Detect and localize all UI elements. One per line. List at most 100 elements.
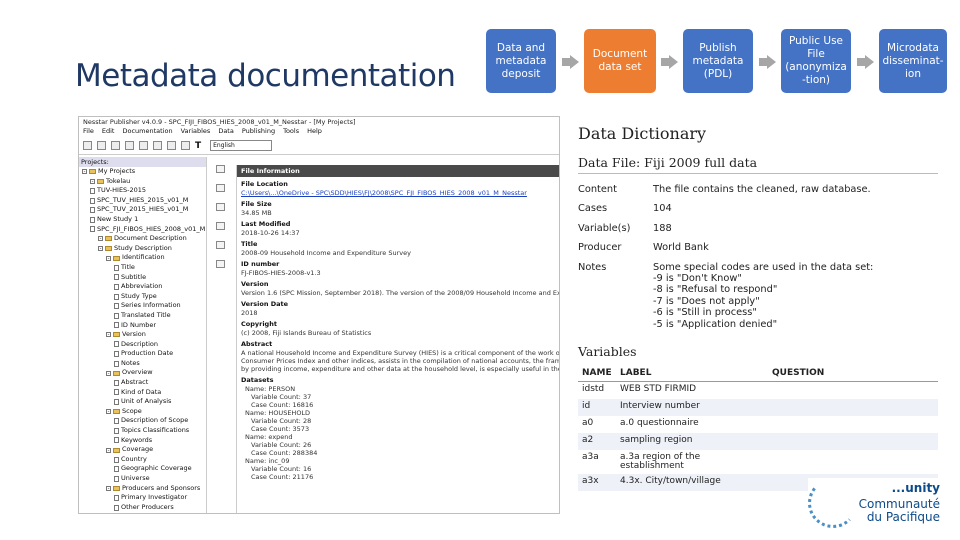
tree-node[interactable]: Notes [79,359,206,369]
tree-node[interactable]: - Document Description [79,234,206,244]
tree-node[interactable]: Primary Investigator [79,493,206,503]
expand-toggle-icon[interactable]: - [98,236,103,242]
expand-toggle-icon[interactable]: - [106,255,111,261]
tree-node[interactable]: - Tokelau [79,177,206,187]
tree-node[interactable]: Subtitle [79,273,206,283]
menu-documentation[interactable]: Documentation [122,127,172,137]
menu-help[interactable]: Help [307,127,322,137]
expand-toggle-icon[interactable]: - [106,332,111,338]
file-location-link[interactable]: C:\Users\...\OneDrive - SPC\SDD\HIES\FJ\… [237,189,559,197]
cut-icon[interactable] [125,141,134,150]
meta-key: Content [578,184,617,195]
tree-node[interactable]: ID Number [79,321,206,331]
tree-node[interactable]: Topics Classifications [79,426,206,436]
tree-node[interactable]: Translated Title [79,311,206,321]
tree-node[interactable]: - Coverage [79,445,206,455]
spc-logo: ...unity Communauté du Pacifique [808,478,948,528]
tree-node-label: Title [121,262,135,271]
open-icon[interactable] [97,141,106,150]
tree-node[interactable]: Abstract [79,378,206,388]
meta-value: World Bank [653,242,709,254]
id-label: ID number [241,260,280,268]
delete-icon[interactable] [215,222,225,230]
document-icon [114,351,119,358]
logo-mark [808,478,858,528]
tree-node[interactable]: - Study Description [79,244,206,254]
new-icon[interactable] [83,141,92,150]
menu-publishing[interactable]: Publishing [242,127,275,137]
lock-icon[interactable] [167,141,176,150]
tree-body: - My Projects - Tokelau TUV-HIES-2015 SPC_TUV… [79,167,206,513]
tree-node[interactable]: - Scope [79,407,206,417]
tree-node[interactable]: Production Date [79,349,206,359]
document-icon [114,389,119,396]
table-row[interactable]: a3a a.3a region of the establishment [578,450,938,474]
meta-key: Cases [578,203,608,215]
tree-node[interactable]: SPC_TUV_2015_HIES_v01_M [79,205,206,215]
variable-label: WEB STD FIRMID [620,384,697,395]
tree-node[interactable]: Funding [79,512,206,513]
variable-label: a.3a region of the establishment [620,451,701,471]
tree-node[interactable]: Unit of Analysis [79,397,206,407]
tree-node[interactable]: Country [79,455,206,465]
expand-toggle-icon[interactable]: - [106,485,111,491]
expand-toggle-icon[interactable]: - [82,169,87,175]
copy-icon[interactable] [139,141,148,150]
tree-node[interactable]: Abbreviation [79,282,206,292]
paste-icon[interactable] [153,141,162,150]
tree-node[interactable]: New Study 1 [79,215,206,225]
expand-toggle-icon[interactable]: - [106,447,111,453]
save-icon[interactable] [215,184,225,192]
tree-node[interactable]: - Overview [79,368,206,378]
tree-node[interactable]: - Version [79,330,206,340]
tree-node[interactable]: - Identification [79,253,206,263]
dataset-variable-count: Variable Count: 37 [251,393,312,401]
tree-node[interactable]: SPC_FJI_FIBOS_HIES_2008_v01_M [79,225,206,235]
menu-edit[interactable]: Edit [102,127,115,137]
menu-data[interactable]: Data [218,127,234,137]
version-date-value: 2018 [241,309,258,317]
move-down-icon[interactable] [215,260,225,268]
tree-node[interactable]: Description [79,340,206,350]
tree-node[interactable]: - My Projects [79,167,206,177]
variable-question [768,432,938,450]
tree-node[interactable]: Geographic Coverage [79,464,206,474]
step-publish-metadata: Publish metadata (PDL) [683,29,753,93]
import-icon[interactable] [215,203,225,211]
table-row[interactable]: id Interview number [578,398,938,416]
tree-node-label: Notes [121,358,140,367]
dataset-case-count: Case Count: 288384 [251,449,318,457]
table-row[interactable]: a2 sampling region [578,432,938,450]
language-select[interactable]: English [210,140,273,151]
save-icon[interactable] [111,141,120,150]
expand-toggle-icon[interactable]: - [106,409,111,415]
expand-toggle-icon[interactable]: - [90,178,95,184]
tree-node[interactable]: SPC_TUV_HIES_2015_v01_M [79,196,206,206]
data-dictionary-title: Data Dictionary [578,124,707,143]
tree-node[interactable]: - Producers and Sponsors [79,484,206,494]
tree-node-label: Keywords [121,435,153,444]
menu-tools[interactable]: Tools [283,127,299,137]
tree-node[interactable]: Description of Scope [79,416,206,426]
tree-node[interactable]: TUV-HIES-2015 [79,186,206,196]
tree-node-label: Funding [121,512,147,513]
menu-file[interactable]: File [83,127,94,137]
tree-node[interactable]: Universe [79,474,206,484]
globe-icon[interactable] [181,141,190,150]
tree-node[interactable]: Kind of Data [79,388,206,398]
tree-node[interactable]: Series Information [79,301,206,311]
folder-icon[interactable] [215,165,225,173]
tree-node[interactable]: Other Producers [79,503,206,513]
document-icon [90,207,95,214]
menu-variables[interactable]: Variables [181,127,211,137]
table-row[interactable]: a0 a.0 questionnaire [578,416,938,433]
tree-node[interactable]: Keywords [79,436,206,446]
expand-toggle-icon[interactable]: - [98,246,103,252]
move-up-icon[interactable] [215,241,225,249]
table-row[interactable]: idstd WEB STD FIRMID [578,382,938,399]
text-icon[interactable]: T [195,141,201,151]
logo-text: du Pacifique [866,510,940,524]
tree-node[interactable]: Study Type [79,292,206,302]
tree-node[interactable]: Title [79,263,206,273]
expand-toggle-icon[interactable]: - [106,370,111,376]
